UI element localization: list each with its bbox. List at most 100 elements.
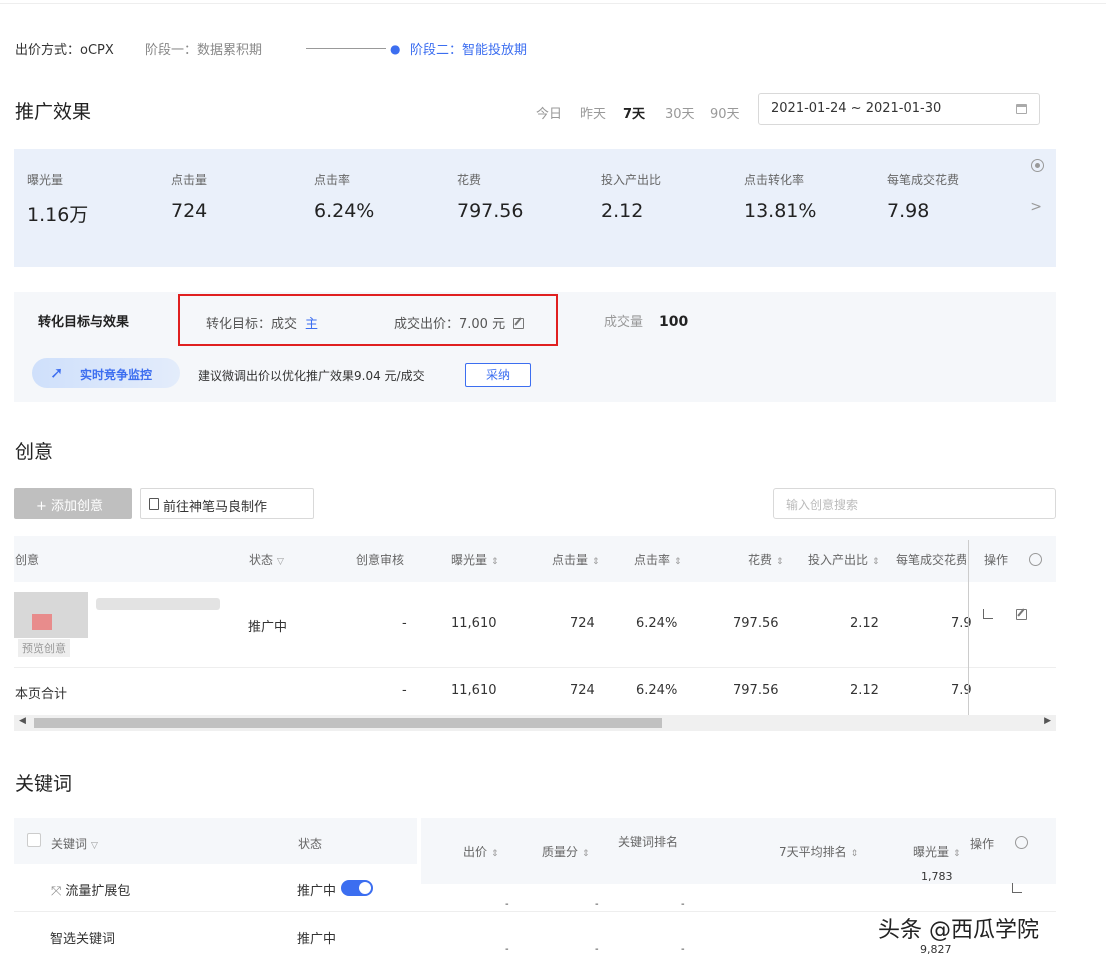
keyword-row-1[interactable]: ⤧ 流量扩展包	[51, 880, 130, 899]
metric-label: 点击量	[171, 173, 208, 187]
sort-icon: ⇕	[872, 557, 880, 567]
metric-value: 7.98	[887, 200, 930, 222]
sort-icon: ⇕	[953, 849, 961, 859]
col-clicks[interactable]: 点击量 ⇕	[552, 551, 600, 568]
col-quality-label: 质量分	[542, 845, 579, 859]
tab-today[interactable]: 今日	[536, 103, 562, 122]
top-divider	[0, 0, 1106, 4]
metric-roi: 投入产出比 2.12	[601, 171, 661, 222]
horizontal-scrollbar[interactable]: ◀ ▶	[14, 715, 1056, 731]
total-review: -	[402, 683, 407, 698]
col-keyword-label: 关键词	[51, 837, 88, 851]
creative-roi: 2.12	[850, 616, 879, 631]
creative-impressions: 11,610	[451, 616, 497, 631]
col-ctr[interactable]: 点击率 ⇕	[634, 551, 682, 568]
metric-value: 2.12	[601, 200, 644, 222]
calendar-icon	[1016, 104, 1027, 114]
date-range-picker[interactable]: 2021-01-24 ~ 2021-01-30	[758, 93, 1040, 125]
add-creative-button[interactable]: + 添加创意	[14, 488, 132, 519]
tab-90days[interactable]: 90天	[710, 103, 740, 122]
metric-label: 投入产出比	[601, 173, 662, 187]
keyword-impressions: 1,783	[921, 870, 953, 883]
settings-icon[interactable]	[1031, 159, 1044, 172]
keyword-impressions: 9,827	[920, 943, 952, 956]
chevron-right-icon[interactable]: >	[1030, 199, 1042, 215]
total-roi: 2.12	[850, 683, 879, 698]
col-kw-bid[interactable]: 出价 ⇕	[463, 843, 499, 860]
creative-name-blurred	[96, 598, 220, 610]
sort-icon: ⇕	[491, 849, 499, 859]
edit-icon[interactable]	[1016, 609, 1028, 620]
col-kw-status: 状态	[298, 837, 323, 851]
col-cost[interactable]: 花费 ⇕	[748, 551, 784, 568]
creative-status: 推广中	[248, 620, 288, 635]
creative-thumbnail[interactable]	[14, 592, 88, 638]
location-pin-icon: ●	[390, 42, 401, 56]
col-actions: 操作	[984, 553, 1009, 567]
scroll-left-icon[interactable]: ◀	[19, 716, 26, 726]
sort-icon: ⇕	[776, 557, 784, 567]
col-status[interactable]: 状态 ▽	[249, 551, 284, 568]
column-settings-icon[interactable]	[1015, 836, 1028, 849]
total-cost: 797.56	[733, 683, 779, 698]
col-kw-bid-label: 出价	[463, 845, 488, 859]
creative-title: 创意	[15, 441, 54, 463]
deal-bid: 成交出价：7.00 元	[394, 313, 525, 332]
col-quality[interactable]: 质量分 ⇕	[542, 843, 590, 860]
tab-30days[interactable]: 30天	[665, 103, 695, 122]
conversion-panel: 转化目标与效果 转化目标：成交主 成交出价：7.00 元 成交量 100 ➚ 实时…	[14, 292, 1056, 402]
deal-bid-text: 成交出价：7.00 元	[394, 317, 506, 332]
col-kw-impressions[interactable]: 曝光量 ⇕	[913, 843, 961, 860]
total-label: 本页合计	[15, 687, 68, 702]
creative-cost: 797.56	[733, 616, 779, 631]
col-impressions[interactable]: 曝光量 ⇕	[451, 551, 499, 568]
creative-review: -	[402, 616, 407, 631]
col-roi[interactable]: 投入产出比 ⇕	[808, 551, 880, 568]
preview-creative-label[interactable]: 预览创意	[18, 639, 70, 657]
scrollbar-thumb[interactable]	[34, 718, 662, 728]
monitor-badge[interactable]: ➚ 实时竞争监控	[32, 358, 180, 388]
sort-icon: ⇕	[582, 849, 590, 859]
watermark: 头条 @西瓜学院	[878, 918, 1039, 943]
stage-one: 阶段一：数据累积期	[145, 43, 263, 58]
keyword-status: 推广中	[297, 884, 337, 899]
adopt-button[interactable]: 采纳	[465, 363, 531, 387]
column-settings-icon[interactable]	[1029, 553, 1042, 566]
col-keyword[interactable]: 关键词 ▽	[51, 835, 98, 852]
chart-icon[interactable]	[1012, 883, 1023, 893]
creative-ctr: 6.24%	[636, 616, 678, 631]
bid-method: 出价方式：oCPX	[15, 43, 114, 58]
sort-icon: ⇕	[850, 849, 859, 859]
tab-7days[interactable]: 7天	[623, 103, 645, 122]
deal-volume-value: 100	[659, 314, 689, 330]
chart-icon[interactable]	[983, 609, 993, 619]
stage-two[interactable]: 阶段二：智能投放期	[410, 39, 527, 58]
conversion-target-text: 转化目标：成交	[206, 317, 298, 332]
select-all-checkbox[interactable]	[27, 833, 41, 847]
goto-shenbi-button[interactable]: 前往神笔马良制作	[140, 488, 314, 519]
kw-bid-dash: -	[505, 899, 509, 910]
col-avg-rank-label: 7天平均排名	[779, 845, 847, 859]
metric-label: 花费	[457, 173, 482, 187]
main-tag: 主	[305, 317, 319, 332]
sort-icon: ⇕	[491, 557, 499, 567]
tab-yesterday[interactable]: 昨天	[580, 103, 606, 122]
filter-icon: ▽	[277, 557, 284, 567]
keyword-name[interactable]: 智选关键词	[50, 928, 115, 947]
kw-rank-dash: -	[681, 899, 685, 910]
creative-search-input[interactable]: 输入创意搜索	[773, 488, 1056, 519]
sort-icon: ⇕	[674, 557, 682, 567]
col-cpa[interactable]: 每笔成交花费	[896, 551, 966, 568]
kw-quality-dash: -	[595, 899, 599, 910]
rocket-icon: ➚	[50, 363, 64, 382]
col-avg-rank[interactable]: 7天平均排名 ⇕	[779, 843, 858, 860]
col-review: 创意审核	[356, 553, 405, 567]
edit-icon[interactable]	[513, 318, 525, 329]
effect-title: 推广效果	[15, 101, 92, 123]
keyword-name: 流量扩展包	[65, 884, 131, 899]
col-roi-label: 投入产出比	[808, 553, 869, 567]
conversion-target: 转化目标：成交主	[206, 313, 318, 332]
total-impressions: 11,610	[451, 683, 497, 698]
scroll-right-icon[interactable]: ▶	[1044, 716, 1051, 726]
keyword-toggle[interactable]	[341, 880, 373, 896]
